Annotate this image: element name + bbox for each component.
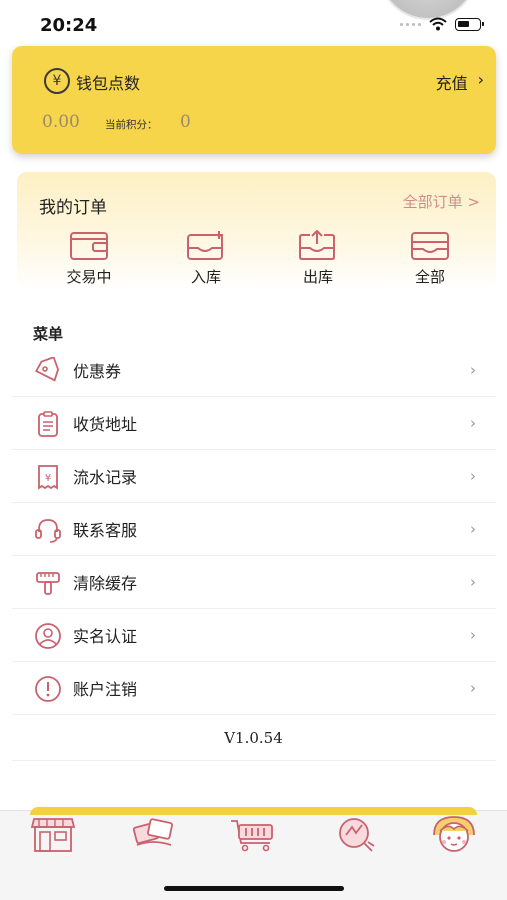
inbox-in-icon	[187, 231, 223, 260]
menu-item-customer-service[interactable]: 联系客服 ›	[12, 503, 496, 556]
tab-bar	[0, 807, 507, 900]
tab-gift[interactable]	[334, 815, 380, 855]
menu-item-label: 优惠券	[73, 362, 122, 381]
tab-cart[interactable]	[230, 815, 276, 855]
order-label: 入库	[190, 268, 221, 286]
receipt-icon: ¥	[38, 465, 58, 490]
points-label: 当前积分：	[105, 119, 158, 131]
recharge-button[interactable]: 充值 ›	[436, 70, 484, 94]
menu-title: 菜单	[33, 325, 64, 343]
menu-item-coupons[interactable]: 优惠券 ›	[12, 344, 496, 397]
chevron-right-icon: ›	[477, 70, 484, 89]
menu-item-label: 联系客服	[73, 521, 138, 540]
menu-item-label: 实名认证	[73, 627, 138, 646]
home-indicator	[164, 886, 344, 891]
chevron-right-icon: ›	[470, 679, 476, 697]
order-tab-inbound[interactable]: 入库	[161, 230, 251, 287]
order-tab-trading[interactable]: 交易中	[44, 230, 134, 287]
menu-item-clear-cache[interactable]: 清除缓存 ›	[12, 556, 496, 609]
orders-title: 我的订单	[39, 198, 107, 218]
menu-item-delete-account[interactable]: 账户注销 ›	[12, 662, 496, 715]
inbox-out-icon	[299, 230, 335, 260]
menu-item-label: 清除缓存	[73, 574, 138, 593]
brush-icon	[36, 572, 60, 595]
tab-shop[interactable]	[30, 815, 77, 855]
battery-icon	[455, 17, 484, 31]
floating-panel-edge	[30, 807, 477, 815]
order-label: 交易中	[66, 268, 112, 286]
menu-list: 优惠券 › 收货地址 › ¥ 流水记录 › 联系客服 › 清除缓存 › 实名认证…	[12, 344, 496, 715]
menu-item-label: 收货地址	[73, 415, 138, 434]
all-orders-link[interactable]: 全部订单 >	[403, 191, 480, 212]
menu-item-label: 账户注销	[73, 680, 138, 699]
inbox-all-icon	[411, 232, 449, 260]
wallet-title: 钱包点数	[76, 74, 141, 93]
status-icons	[400, 17, 484, 31]
shop-icon	[30, 818, 76, 852]
menu-item-identity-verify[interactable]: 实名认证 ›	[12, 609, 496, 662]
wifi-icon	[429, 17, 447, 31]
order-tab-all[interactable]: 全部	[385, 230, 475, 287]
chevron-right-icon: ›	[470, 520, 476, 538]
status-time: 20:24	[40, 15, 98, 36]
chevron-right-icon: ›	[470, 361, 476, 379]
clipboard-icon	[38, 411, 58, 437]
gift-icon	[339, 818, 375, 852]
status-bar: 20:24	[0, 0, 507, 44]
version-label: V1.0.54	[224, 729, 283, 747]
recharge-label: 充值	[435, 74, 468, 93]
points-value: 0	[180, 112, 191, 132]
wallet-card[interactable]: ¥ 钱包点数 充值 › 0.00 当前积分： 0	[12, 46, 496, 154]
chevron-right-icon: ›	[470, 626, 476, 644]
order-label: 全部	[414, 268, 445, 286]
chevron-right-icon: ›	[470, 467, 476, 485]
wallet-balance: 0.00	[42, 112, 80, 132]
cart-icon	[231, 820, 273, 852]
chevron-right-icon: ›	[470, 573, 476, 591]
tag-icon	[35, 357, 60, 382]
wallet-icon	[70, 232, 108, 260]
tab-profile[interactable]	[430, 815, 476, 855]
order-tab-outbound[interactable]: 出库	[273, 230, 363, 287]
menu-item-transactions[interactable]: ¥ 流水记录 ›	[12, 450, 496, 503]
order-label: 出库	[302, 268, 333, 286]
orders-card: 我的订单 全部订单 > 交易中 入库 出库 全部	[17, 172, 496, 290]
divider	[12, 760, 496, 761]
menu-item-label: 流水记录	[73, 468, 138, 487]
user-verify-icon	[35, 623, 61, 649]
character-avatar-icon	[433, 816, 475, 852]
cards-icon	[132, 818, 173, 846]
tab-cards[interactable]	[131, 815, 177, 855]
yen-coin-icon: ¥	[44, 68, 70, 94]
chevron-right-icon: ›	[470, 414, 476, 432]
svg-text:¥: ¥	[45, 473, 51, 484]
alert-icon	[35, 676, 61, 702]
headset-icon	[35, 519, 61, 543]
menu-item-address[interactable]: 收货地址 ›	[12, 397, 496, 450]
signal-icon	[400, 22, 421, 26]
